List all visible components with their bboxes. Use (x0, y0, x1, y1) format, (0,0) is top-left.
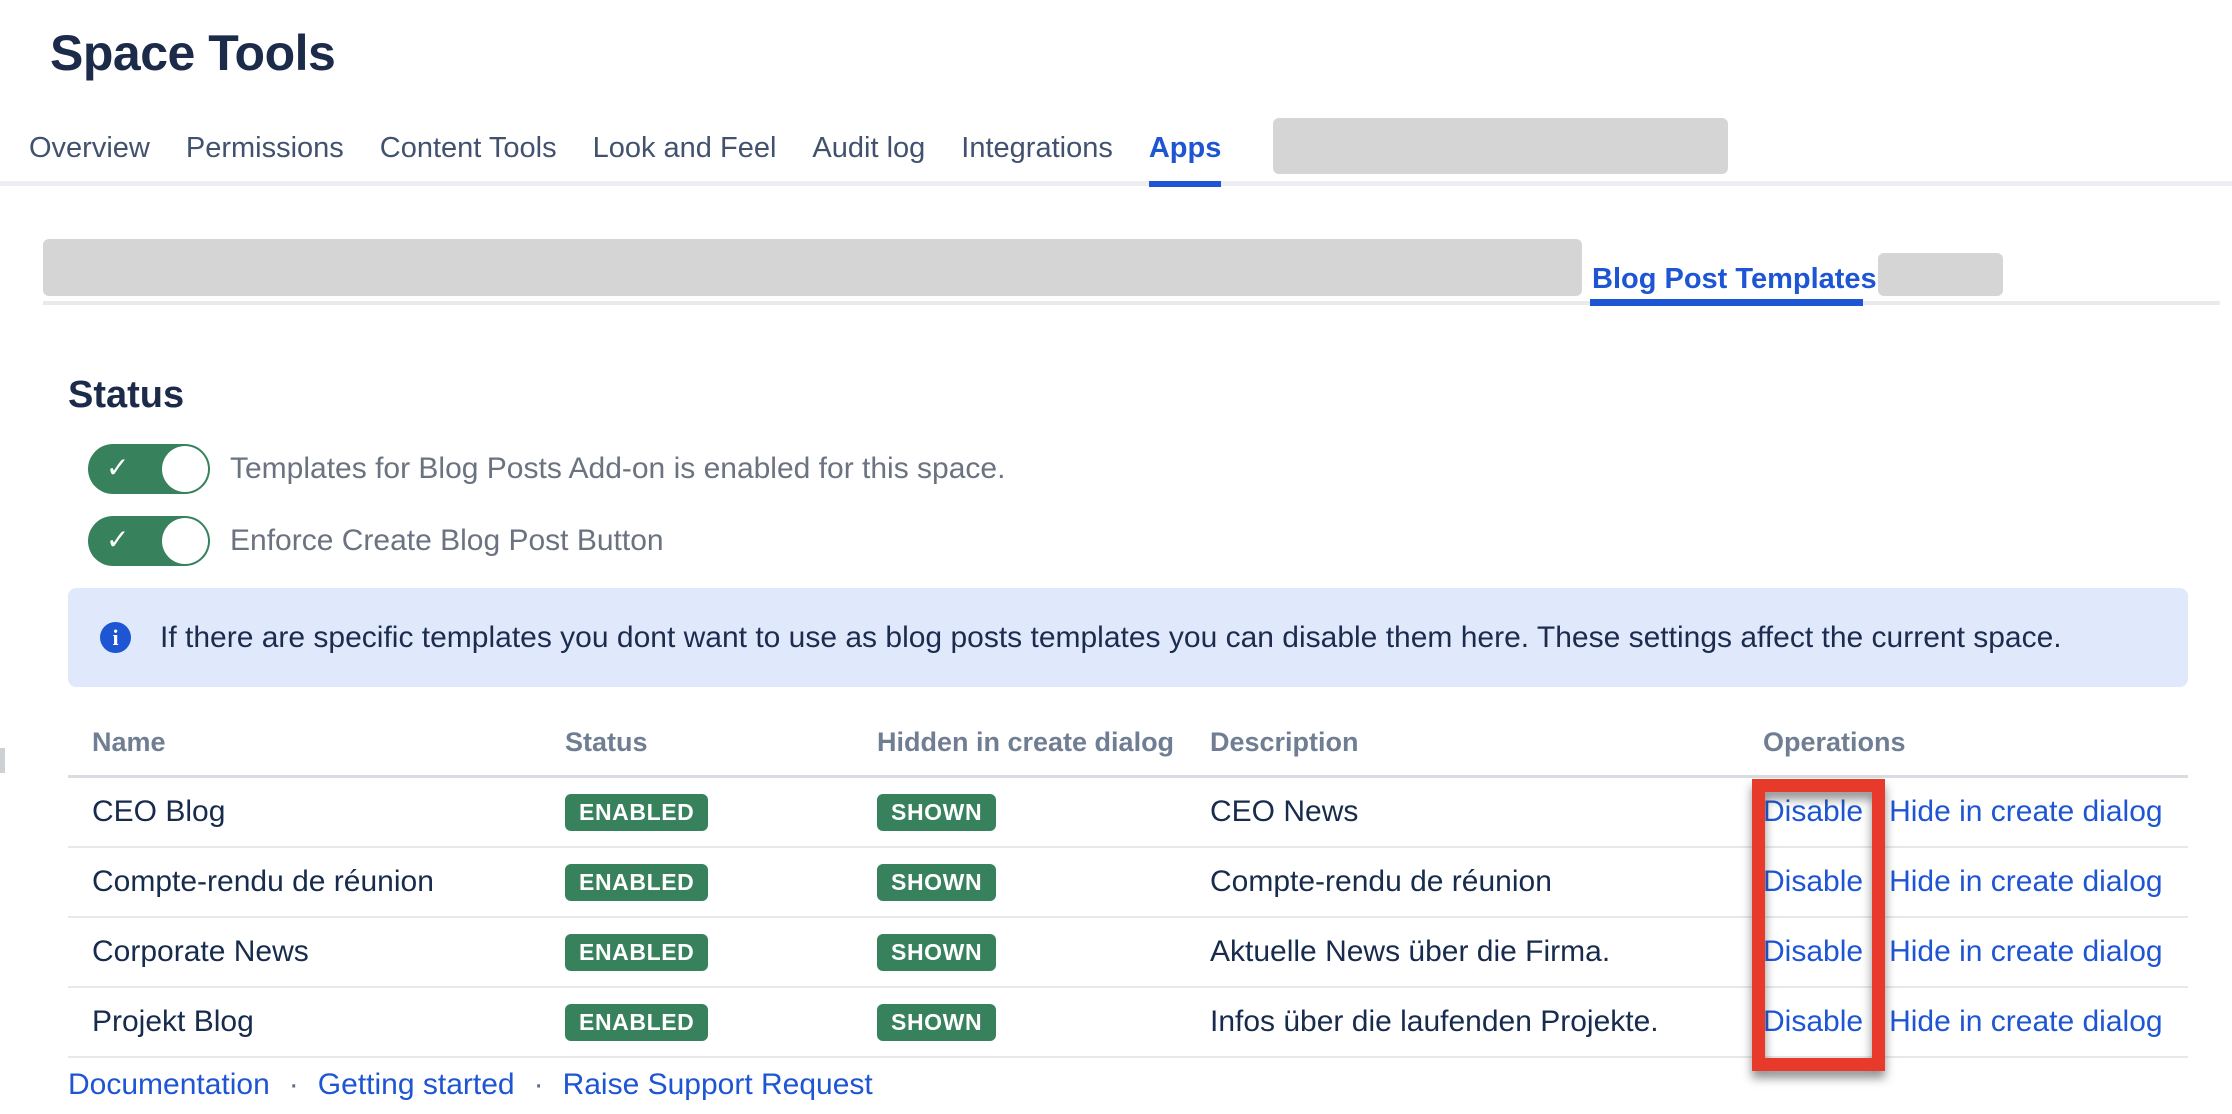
shown-badge: SHOWN (877, 794, 996, 831)
documentation-link[interactable]: Documentation (68, 1068, 270, 1102)
dot-separator: · (289, 1068, 299, 1102)
tab-audit-log[interactable]: Audit log (812, 131, 925, 187)
hide-in-create-dialog-link[interactable]: Hide in create dialog (1889, 865, 2163, 899)
shown-badge: SHOWN (877, 1004, 996, 1041)
footer-links: Documentation · Getting started · Raise … (68, 1068, 873, 1102)
column-header-hidden: Hidden in create dialog (853, 727, 1186, 758)
toggle-knob (162, 446, 208, 492)
subtab-active-indicator (1590, 299, 1863, 306)
space-tools-page: Space Tools Overview Permissions Content… (0, 0, 2232, 1114)
toggle-enforce-create-button[interactable]: ✓ (88, 516, 210, 566)
table-row: Compte-rendu de réunion ENABLED SHOWN Co… (68, 848, 2188, 918)
table-row: Corporate News ENABLED SHOWN Aktuelle Ne… (68, 918, 2188, 988)
redacted-subtab-small (1878, 253, 2003, 296)
tab-integrations[interactable]: Integrations (961, 131, 1113, 187)
info-banner-text: If there are specific templates you dont… (160, 621, 2062, 655)
tab-blog-post-templates[interactable]: Blog Post Templates (1592, 262, 1877, 296)
tab-bar: Overview Permissions Content Tools Look … (29, 131, 1221, 187)
tab-content-tools[interactable]: Content Tools (380, 131, 557, 187)
template-name: CEO Blog (68, 795, 541, 829)
status-badge: ENABLED (565, 794, 708, 831)
table-header-row: Name Status Hidden in create dialog Desc… (68, 710, 2188, 778)
toggle-row-addon-enabled: ✓ Templates for Blog Posts Add-on is ena… (88, 444, 1005, 494)
toggle-knob (162, 518, 208, 564)
template-description: Aktuelle News über die Firma. (1186, 935, 1739, 969)
toggle-enforce-button-label: Enforce Create Blog Post Button (230, 524, 664, 558)
getting-started-link[interactable]: Getting started (318, 1068, 515, 1102)
scrollbar-artifact (0, 748, 5, 773)
toggle-addon-enabled-label: Templates for Blog Posts Add-on is enabl… (230, 452, 1005, 486)
template-name: Corporate News (68, 935, 541, 969)
table-row: CEO Blog ENABLED SHOWN CEO News Disable … (68, 778, 2188, 848)
redacted-tab-area (1273, 118, 1728, 174)
info-banner: i If there are specific templates you do… (68, 588, 2188, 687)
tab-permissions[interactable]: Permissions (186, 131, 344, 187)
redacted-subtab-area (43, 239, 1582, 296)
tab-apps[interactable]: Apps (1149, 131, 1222, 187)
template-description: Infos über die laufenden Projekte. (1186, 1005, 1739, 1039)
disable-link[interactable]: Disable (1763, 865, 1863, 899)
disable-link[interactable]: Disable (1763, 935, 1863, 969)
column-header-status: Status (541, 727, 853, 758)
disable-link[interactable]: Disable (1763, 1005, 1863, 1039)
status-heading: Status (68, 374, 184, 417)
status-badge: ENABLED (565, 1004, 708, 1041)
table-row: Projekt Blog ENABLED SHOWN Infos über di… (68, 988, 2188, 1058)
page-title: Space Tools (50, 24, 335, 82)
subtab-divider (43, 301, 2220, 305)
template-name: Projekt Blog (68, 1005, 541, 1039)
hide-in-create-dialog-link[interactable]: Hide in create dialog (1889, 1005, 2163, 1039)
hide-in-create-dialog-link[interactable]: Hide in create dialog (1889, 935, 2163, 969)
shown-badge: SHOWN (877, 934, 996, 971)
dot-separator: · (534, 1068, 544, 1102)
raise-support-request-link[interactable]: Raise Support Request (563, 1068, 873, 1102)
template-description: Compte-rendu de réunion (1186, 865, 1739, 899)
check-icon: ✓ (106, 451, 129, 485)
tab-overview[interactable]: Overview (29, 131, 150, 187)
tab-look-and-feel[interactable]: Look and Feel (593, 131, 777, 187)
template-description: CEO News (1186, 795, 1739, 829)
template-name: Compte-rendu de réunion (68, 865, 541, 899)
toggle-addon-enabled[interactable]: ✓ (88, 444, 210, 494)
status-badge: ENABLED (565, 934, 708, 971)
column-header-description: Description (1186, 727, 1739, 758)
hide-in-create-dialog-link[interactable]: Hide in create dialog (1889, 795, 2163, 829)
disable-link[interactable]: Disable (1763, 795, 1863, 829)
toggle-row-enforce-button: ✓ Enforce Create Blog Post Button (88, 516, 664, 566)
column-header-name: Name (68, 727, 541, 758)
templates-table: Name Status Hidden in create dialog Desc… (68, 710, 2188, 1058)
status-badge: ENABLED (565, 864, 708, 901)
shown-badge: SHOWN (877, 864, 996, 901)
check-icon: ✓ (106, 523, 129, 557)
info-icon: i (100, 622, 131, 653)
column-header-operations: Operations (1739, 727, 2188, 758)
